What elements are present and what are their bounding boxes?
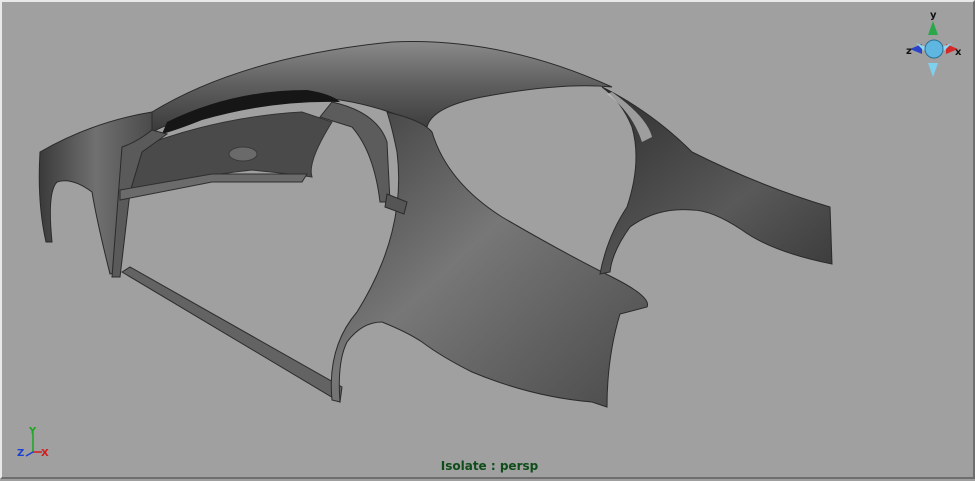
view-cube-icon[interactable]: y z x bbox=[902, 7, 967, 79]
view-cube-axis-z: z bbox=[906, 46, 912, 57]
viewport-status-label: Isolate : persp bbox=[440, 459, 539, 473]
axis-y-label: Y bbox=[28, 426, 37, 437]
car-body-shell-model[interactable] bbox=[2, 2, 975, 481]
axis-indicator-icon: Y X Z bbox=[17, 426, 49, 459]
axis-z-label: Z bbox=[17, 448, 24, 459]
perspective-viewport[interactable]: y z x Y X Z Isolate : persp bbox=[0, 0, 975, 479]
rocker-panel bbox=[121, 266, 343, 403]
far-side-handle bbox=[228, 146, 258, 162]
axis-x-label: X bbox=[41, 448, 49, 459]
view-cube-axis-x: x bbox=[955, 47, 962, 58]
view-cube-neg-y-cone[interactable] bbox=[928, 63, 938, 77]
view-cube-axis-y: y bbox=[930, 10, 937, 21]
roof-panel bbox=[151, 41, 613, 133]
view-cube-y-cone[interactable] bbox=[928, 21, 938, 35]
view-cube-center[interactable] bbox=[924, 39, 944, 59]
b-pillar bbox=[319, 101, 391, 203]
axis-z-line bbox=[25, 451, 34, 457]
